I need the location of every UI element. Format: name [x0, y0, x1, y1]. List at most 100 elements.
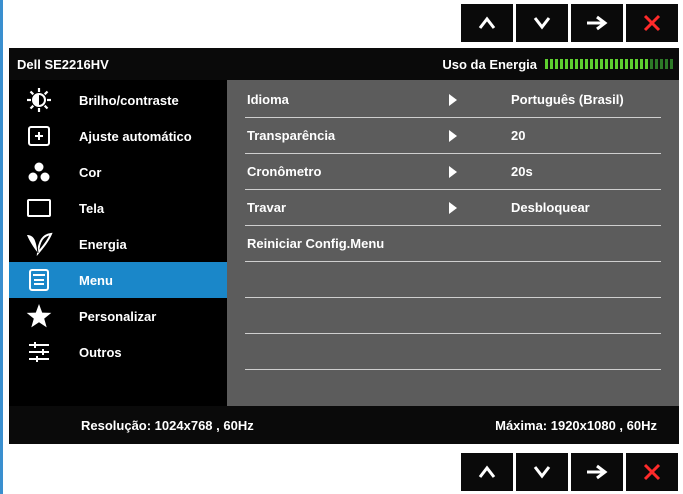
caret-down-icon — [533, 17, 551, 30]
setting-name: Travar — [247, 200, 287, 215]
caret-down-icon — [533, 466, 551, 479]
energy-meter-segment — [615, 59, 618, 69]
enter-button[interactable] — [571, 4, 623, 42]
submenu-arrow-icon — [449, 94, 457, 106]
energy-meter-segment — [600, 59, 603, 69]
sidebar-item-color[interactable]: Cor — [9, 154, 227, 190]
energy-meter-segment — [595, 59, 598, 69]
energy-leaf-icon — [9, 226, 69, 262]
sidebar-item-label: Personalizar — [79, 308, 157, 324]
caret-up-icon — [478, 16, 496, 29]
monitor-model: Dell SE2216HV — [17, 57, 109, 72]
current-resolution: Resolução: 1024x768 , 60Hz — [81, 418, 254, 433]
energy-meter-segment — [560, 59, 563, 69]
energy-meter-segment — [620, 59, 623, 69]
sidebar-item-label: Brilho/contraste — [79, 92, 179, 108]
enter-button[interactable] — [571, 453, 623, 491]
down-button[interactable] — [516, 453, 568, 491]
display-icon — [9, 190, 69, 226]
up-button[interactable] — [461, 453, 513, 491]
sidebar-item-auto-adjust[interactable]: Ajuste automático — [9, 118, 227, 154]
menu-row-lock[interactable]: Travar Desbloquear — [245, 190, 661, 226]
energy-meter-segment — [640, 59, 643, 69]
window-frame-edge — [0, 0, 3, 494]
energy-meter-segment — [575, 59, 578, 69]
osd-nav-bar-bottom — [461, 453, 678, 491]
energy-meter-segment — [580, 59, 583, 69]
sidebar-item-others[interactable]: Outros — [9, 334, 227, 370]
osd-footer: Resolução: 1024x768 , 60Hz Máxima: 1920x… — [9, 406, 679, 444]
sidebar-item-label: Energia — [79, 236, 127, 252]
energy-meter-segment — [655, 59, 658, 69]
up-button[interactable] — [461, 4, 513, 42]
close-icon — [643, 463, 661, 481]
close-icon — [643, 14, 661, 32]
menu-row-transparency[interactable]: Transparência 20 — [245, 118, 661, 154]
osd-header: Dell SE2216HV Uso da Energia — [9, 48, 679, 80]
menu-icon — [9, 262, 69, 298]
setting-value: Português (Brasil) — [511, 92, 624, 107]
menu-row-language[interactable]: Idioma Português (Brasil) — [245, 82, 661, 118]
energy-meter-segment — [555, 59, 558, 69]
caret-up-icon — [478, 465, 496, 478]
energy-meter-segment — [630, 59, 633, 69]
submenu-arrow-icon — [449, 130, 457, 142]
color-icon — [9, 154, 69, 190]
energy-meter-segment — [605, 59, 608, 69]
osd-nav-bar-top — [461, 4, 678, 42]
auto-adjust-icon — [9, 118, 69, 154]
brightness-icon — [9, 82, 69, 118]
osd-window: Dell SE2216HV Uso da Energia Brilho/cont… — [9, 48, 679, 444]
sidebar-item-label: Ajuste automático — [79, 128, 192, 144]
energy-meter-segment — [645, 59, 648, 69]
setting-name: Idioma — [247, 92, 289, 107]
sidebar-item-label: Outros — [79, 344, 122, 360]
maximum-resolution: Máxima: 1920x1080 , 60Hz — [495, 418, 657, 433]
sidebar-item-label: Menu — [79, 272, 113, 288]
sidebar-item-personalize[interactable]: Personalizar — [9, 298, 227, 334]
setting-value: 20 — [511, 128, 526, 143]
setting-name: Reiniciar Config.Menu — [247, 236, 385, 251]
energy-meter-segment — [670, 59, 673, 69]
energy-meter-segment — [635, 59, 638, 69]
down-button[interactable] — [516, 4, 568, 42]
energy-meter-segment — [550, 59, 553, 69]
energy-meter-segment — [570, 59, 573, 69]
menu-row-empty — [245, 262, 661, 298]
menu-settings-panel: Idioma Português (Brasil) Transparência … — [227, 80, 679, 406]
sliders-icon — [9, 334, 69, 370]
menu-row-empty — [245, 334, 661, 370]
menu-row-timer[interactable]: Cronômetro 20s — [245, 154, 661, 190]
sidebar-item-menu[interactable]: Menu — [9, 262, 227, 298]
sidebar-item-display[interactable]: Tela — [9, 190, 227, 226]
menu-row-empty — [245, 298, 661, 334]
setting-value: Desbloquear — [511, 200, 590, 215]
osd-sidebar: Brilho/contraste Ajuste automático Cor T… — [9, 80, 227, 406]
sidebar-item-energy[interactable]: Energia — [9, 226, 227, 262]
submenu-arrow-icon — [449, 202, 457, 214]
setting-name: Cronômetro — [247, 164, 322, 179]
setting-name: Transparência — [247, 128, 336, 143]
exit-button[interactable] — [626, 4, 678, 42]
energy-meter-segment — [665, 59, 668, 69]
energy-meter-segment — [590, 59, 593, 69]
exit-button[interactable] — [626, 453, 678, 491]
sidebar-item-label: Cor — [79, 164, 102, 180]
energy-meter-segment — [660, 59, 663, 69]
energy-meter-segment — [650, 59, 653, 69]
energy-meter-segment — [610, 59, 613, 69]
menu-row-reset[interactable]: Reiniciar Config.Menu — [245, 226, 661, 262]
setting-value: 20s — [511, 164, 533, 179]
submenu-arrow-icon — [449, 166, 457, 178]
energy-usage-label: Uso da Energia — [442, 57, 537, 72]
sidebar-item-label: Tela — [79, 200, 105, 216]
energy-meter-segment — [545, 59, 548, 69]
energy-meter-segment — [585, 59, 588, 69]
energy-meter-segment — [565, 59, 568, 69]
arrow-right-icon — [587, 464, 608, 480]
arrow-right-icon — [587, 15, 608, 31]
energy-usage-meter — [545, 59, 673, 69]
energy-meter-segment — [625, 59, 628, 69]
sidebar-item-brightness-contrast[interactable]: Brilho/contraste — [9, 82, 227, 118]
star-icon — [9, 298, 69, 334]
